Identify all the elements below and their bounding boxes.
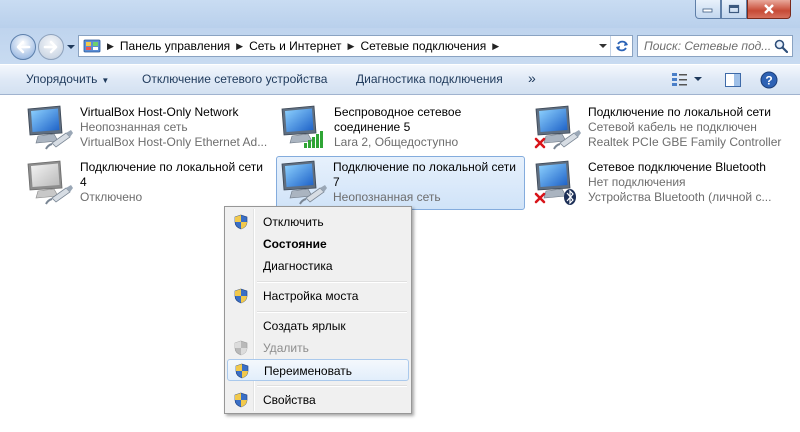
- menu-item-label: Настройка моста: [263, 289, 359, 303]
- disabled-network-adapter-icon: [27, 160, 74, 205]
- connection-name: Сетевое подключение Bluetooth: [588, 160, 766, 174]
- connection-status: Неопознанная сеть: [333, 190, 441, 204]
- more-commands-button[interactable]: »: [528, 70, 536, 86]
- view-options-chevron-down-icon[interactable]: [694, 76, 702, 82]
- menu-item-disable[interactable]: Отключить: [227, 211, 409, 233]
- breadcrumb-item[interactable]: Сетевые подключения: [360, 39, 486, 53]
- connection-name-continued: 7: [333, 175, 340, 189]
- connection-name-continued: соединение 5: [334, 120, 411, 134]
- disconnected-x-icon: [534, 137, 546, 149]
- menu-item-status[interactable]: Состояние: [227, 233, 409, 255]
- context-menu: Отключить Состояние Диагностика Настройк…: [224, 206, 412, 414]
- organize-button[interactable]: Упорядочить ▼: [26, 72, 109, 86]
- search-box: [637, 35, 793, 57]
- breadcrumb-item[interactable]: Сеть и Интернет: [249, 39, 341, 53]
- connection-status: Отключено: [80, 190, 143, 204]
- breadcrumb-item[interactable]: Панель управления: [120, 39, 230, 53]
- uac-shield-icon: [234, 214, 248, 230]
- menu-item-label: Диагностика: [263, 259, 333, 273]
- connection-item[interactable]: VirtualBox Host-Only Network Неопознанна…: [24, 103, 274, 157]
- uac-shield-icon: [234, 392, 248, 408]
- uac-shield-disabled-icon: [234, 340, 248, 356]
- connection-name-continued: 4: [80, 175, 87, 189]
- menu-item-rename[interactable]: Переименовать: [227, 359, 409, 381]
- uac-shield-icon: [235, 363, 249, 379]
- breadcrumb: ▶ Панель управления ▶ Сеть и Интернет ▶ …: [101, 39, 505, 53]
- svg-text:?: ?: [765, 74, 772, 88]
- breadcrumb-separator-icon[interactable]: ▶: [492, 41, 499, 52]
- title-bar: [0, 0, 800, 28]
- connection-device: Устройства Bluetooth (личной с...: [588, 190, 772, 204]
- connection-status: Нет подключения: [588, 175, 686, 189]
- connection-status: Lara 2, Общедоступно: [334, 135, 459, 149]
- menu-separator: [257, 385, 407, 387]
- menu-item-label: Отключить: [263, 215, 324, 229]
- breadcrumb-separator-icon[interactable]: ▶: [348, 41, 355, 52]
- menu-item-label: Удалить: [263, 341, 309, 355]
- bluetooth-adapter-icon: [534, 160, 576, 205]
- menu-item-label: Переименовать: [264, 364, 352, 378]
- address-history-button[interactable]: [596, 36, 610, 56]
- close-button[interactable]: [747, 0, 791, 19]
- menu-item-label: Создать ярлык: [263, 319, 346, 333]
- maximize-button[interactable]: [721, 0, 747, 19]
- connection-item[interactable]: Подключение по локальной сети 4 Отключен…: [24, 158, 274, 212]
- recent-pages-button[interactable]: [66, 42, 76, 52]
- menu-item-label: Свойства: [263, 393, 316, 407]
- menu-item-label: Состояние: [263, 237, 327, 251]
- connection-status: Неопознанная сеть: [80, 120, 188, 134]
- uac-shield-icon: [234, 288, 248, 304]
- menu-separator: [257, 281, 407, 283]
- refresh-button[interactable]: [610, 36, 632, 56]
- menu-item-bridge-settings[interactable]: Настройка моста: [227, 285, 409, 307]
- forward-arrow-icon: [43, 40, 58, 54]
- back-button[interactable]: [10, 34, 36, 60]
- breadcrumb-separator-icon[interactable]: ▶: [236, 41, 243, 52]
- connection-item[interactable]: Беспроводное сетевое соединение 5 Lara 2…: [278, 103, 528, 157]
- preview-pane-icon[interactable]: [724, 72, 742, 88]
- help-icon[interactable]: ?: [760, 71, 778, 89]
- refresh-icon: [615, 40, 628, 52]
- search-input[interactable]: [644, 39, 776, 53]
- wireless-adapter-icon: [281, 105, 323, 148]
- network-adapter-icon: [27, 105, 74, 150]
- connection-name: Подключение по локальной сети: [333, 160, 516, 174]
- back-arrow-icon: [16, 40, 31, 54]
- connection-status: Сетевой кабель не подключен: [588, 120, 757, 134]
- connection-name: Подключение по локальной сети: [80, 160, 263, 174]
- chevron-down-icon: [599, 44, 607, 48]
- address-bar[interactable]: ▶ Панель управления ▶ Сеть и Интернет ▶ …: [78, 35, 633, 57]
- chevron-down-icon: ▼: [101, 76, 110, 85]
- minimize-icon: [702, 8, 713, 13]
- forward-button[interactable]: [38, 34, 64, 60]
- network-adapter-icon: [281, 160, 328, 205]
- breadcrumb-separator-icon[interactable]: ▶: [107, 41, 114, 52]
- menu-separator: [257, 311, 407, 313]
- menu-item-create-shortcut[interactable]: Создать ярлык: [227, 315, 409, 337]
- diagnose-connection-button[interactable]: Диагностика подключения: [356, 72, 503, 86]
- search-icon[interactable]: [774, 39, 788, 53]
- network-adapter-icon: [534, 105, 582, 150]
- menu-item-diagnose[interactable]: Диагностика: [227, 255, 409, 277]
- connection-device: VirtualBox Host-Only Ethernet Ad...: [80, 135, 268, 149]
- caption-buttons: [695, 0, 791, 19]
- organize-label: Упорядочить: [26, 72, 98, 86]
- connection-device: Realtek PCIe GBE Family Controller: [588, 135, 782, 149]
- disable-device-button[interactable]: Отключение сетевого устройства: [142, 72, 327, 86]
- menu-item-delete[interactable]: Удалить: [227, 337, 409, 359]
- change-view-icon[interactable]: [670, 70, 690, 88]
- connection-name: Подключение по локальной сети: [588, 105, 771, 119]
- close-icon: [764, 4, 774, 14]
- connection-name: Беспроводное сетевое: [334, 105, 462, 119]
- connection-item-selected[interactable]: Подключение по локальной сети 7 Неопозна…: [276, 156, 525, 210]
- connection-item[interactable]: Подключение по локальной сети Сетевой ка…: [532, 103, 794, 157]
- menu-item-properties[interactable]: Свойства: [227, 389, 409, 411]
- minimize-button[interactable]: [695, 0, 721, 19]
- chevron-down-icon: [67, 45, 75, 49]
- maximize-icon: [728, 4, 740, 14]
- connection-item[interactable]: Сетевое подключение Bluetooth Нет подклю…: [532, 158, 794, 212]
- connection-name: VirtualBox Host-Only Network: [80, 105, 239, 119]
- control-panel-icon: [83, 39, 101, 53]
